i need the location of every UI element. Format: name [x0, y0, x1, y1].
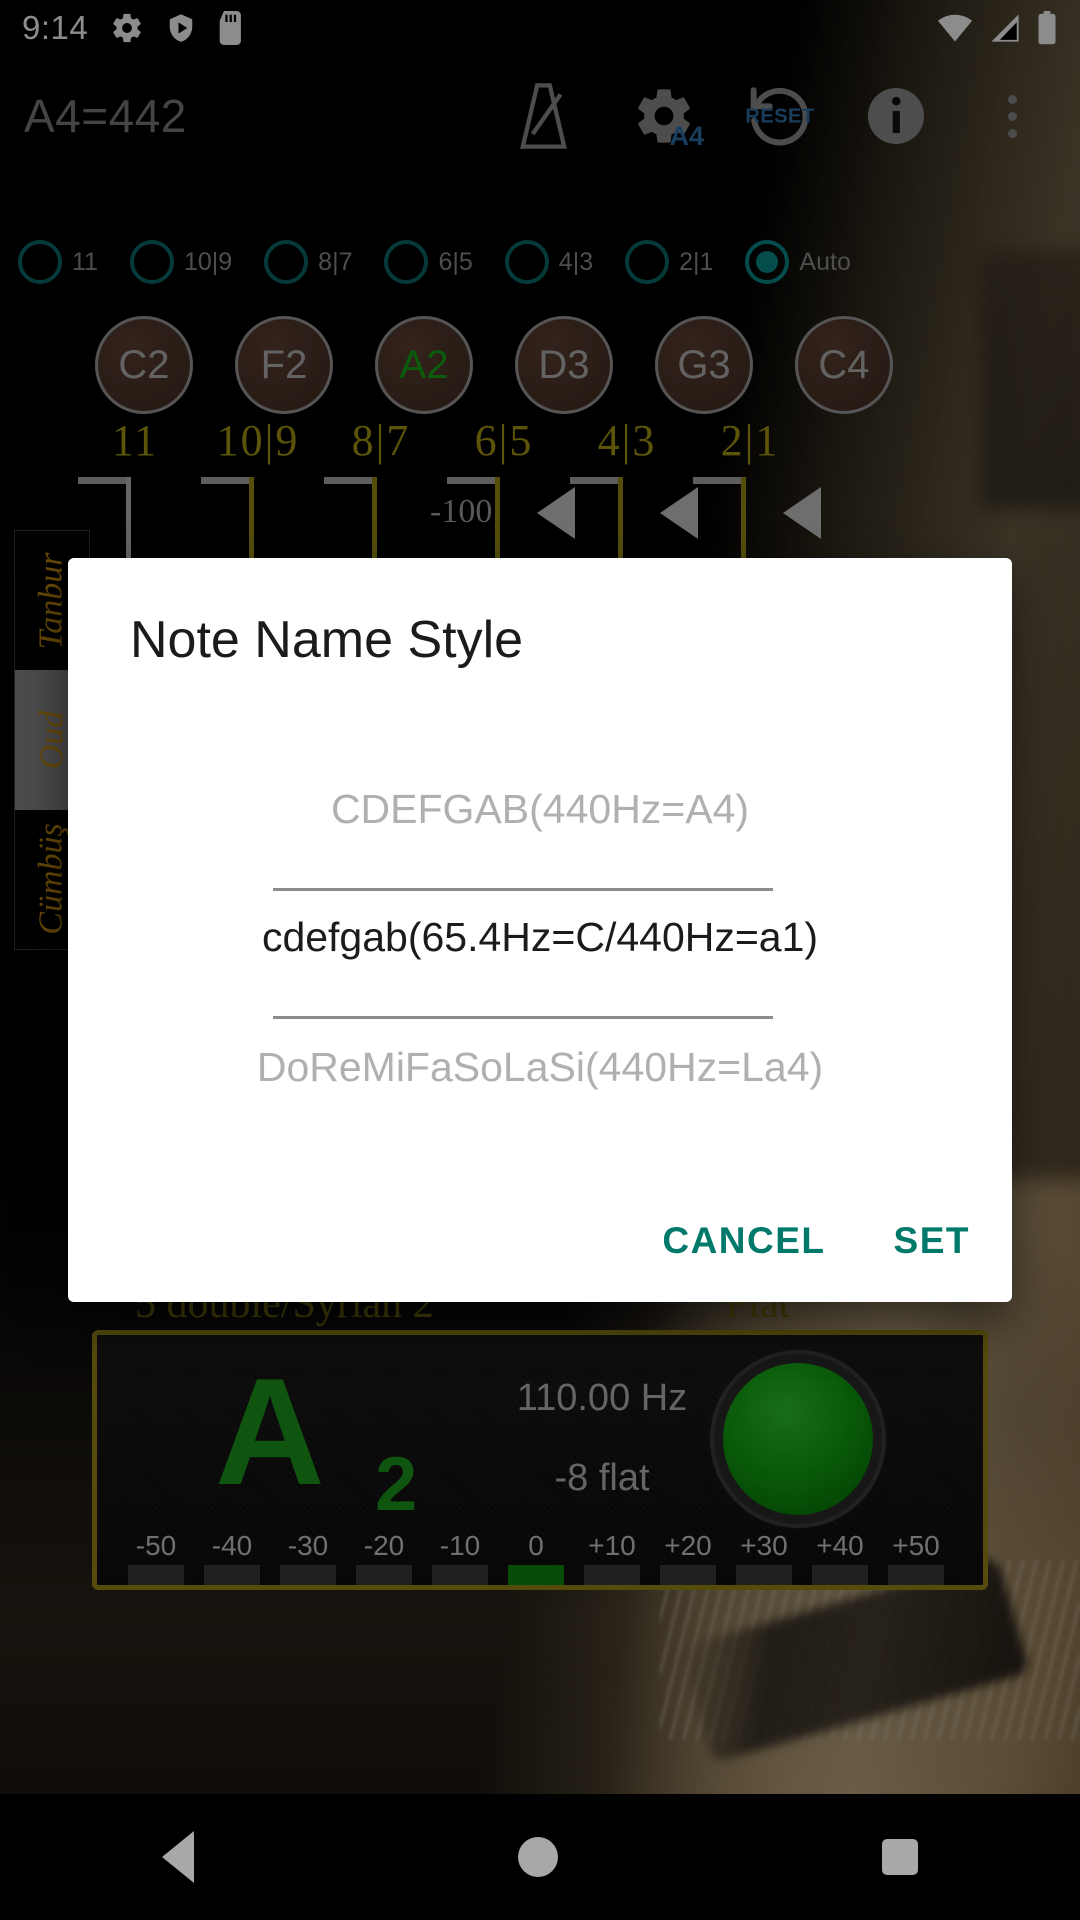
note-name-style-dialog: Note Name Style CDEFGAB(440Hz=A4) cdefga…: [68, 558, 1012, 1302]
nav-recents-icon[interactable]: [882, 1839, 918, 1875]
nav-home-icon[interactable]: [518, 1837, 558, 1877]
option-cdefgab-upper[interactable]: CDEFGAB(440Hz=A4): [68, 786, 1012, 833]
option-divider-top: [273, 888, 773, 891]
set-button[interactable]: SET: [894, 1220, 970, 1262]
cancel-button[interactable]: CANCEL: [662, 1220, 825, 1262]
android-nav-bar: [0, 1794, 1080, 1920]
dialog-actions: CANCEL SET: [662, 1220, 970, 1262]
dialog-title: Note Name Style: [130, 611, 524, 669]
option-doremifasolasi[interactable]: DoReMiFaSoLaSi(440Hz=La4): [68, 1044, 1012, 1091]
option-divider-bottom: [273, 1016, 773, 1019]
nav-back-icon[interactable]: [162, 1831, 194, 1883]
option-cdefgab-lower[interactable]: cdefgab(65.4Hz=C/440Hz=a1): [68, 914, 1012, 961]
